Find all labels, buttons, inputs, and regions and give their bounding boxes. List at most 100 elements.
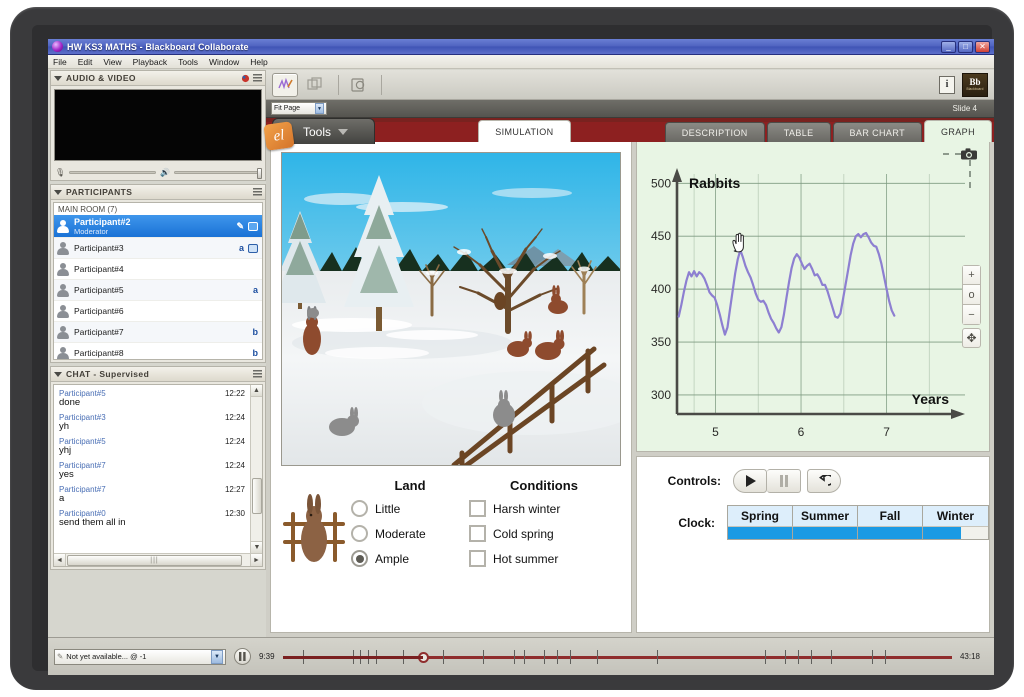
participants-menu-icon[interactable]: [253, 188, 262, 196]
whiteboard-pen-icon[interactable]: [272, 72, 298, 97]
timeline-marker[interactable]: [831, 649, 833, 664]
participant-row-6[interactable]: Participant#7 b: [54, 322, 262, 343]
participant-row-7[interactable]: Participant#8 b: [54, 343, 262, 359]
season-fall[interactable]: Fall: [858, 506, 923, 539]
playback-pause-button[interactable]: [234, 648, 251, 665]
timeline-marker[interactable]: [811, 649, 813, 664]
tab-table[interactable]: TABLE: [766, 122, 831, 142]
pause-button[interactable]: [767, 469, 801, 493]
timeline-marker[interactable]: [784, 649, 786, 664]
menu-item-edit[interactable]: Edit: [78, 57, 93, 67]
minimize-button[interactable]: _: [941, 40, 956, 53]
graph-pane: 300 350 400 450 500 567 Rabbits Years + …: [636, 142, 990, 452]
participant-row-5[interactable]: Participant#6: [54, 301, 262, 322]
land-option-moderate[interactable]: Moderate: [351, 525, 469, 542]
season-winter[interactable]: Winter: [923, 506, 988, 539]
season-summer[interactable]: Summer: [793, 506, 858, 539]
scroll-left-icon[interactable]: ◄: [54, 554, 66, 566]
timeline-marker[interactable]: [871, 649, 873, 664]
scroll-down-icon[interactable]: ▼: [251, 541, 262, 553]
close-button[interactable]: ✕: [975, 40, 990, 53]
tools-button[interactable]: el Tools: [263, 118, 375, 151]
scroll-right-icon[interactable]: ►: [250, 554, 262, 566]
chat-menu-icon[interactable]: [253, 370, 262, 378]
speaker-knob[interactable]: [257, 167, 262, 179]
participant-row-3[interactable]: Participant#4: [54, 259, 262, 280]
checkbox-hot-summer[interactable]: [469, 550, 486, 567]
reset-button[interactable]: [807, 469, 841, 493]
collapse-caret-icon[interactable]: [54, 75, 62, 81]
radio-moderate[interactable]: [351, 525, 368, 542]
maximize-button[interactable]: □: [958, 40, 973, 53]
menu-item-tools[interactable]: Tools: [178, 57, 198, 67]
playback-timeline[interactable]: [282, 648, 952, 666]
speaker-track[interactable]: [174, 167, 262, 179]
zoom-in-button[interactable]: +: [962, 265, 981, 285]
timeline-marker[interactable]: [557, 649, 559, 664]
checkbox-harsh-winter[interactable]: [469, 500, 486, 517]
svg-text:400: 400: [651, 282, 671, 296]
zoom-reset-button[interactable]: o: [962, 285, 981, 305]
timeline-marker[interactable]: [798, 649, 799, 664]
scroll-up-icon[interactable]: ▲: [251, 385, 262, 397]
simulation-scene[interactable]: [281, 152, 621, 466]
population-graph[interactable]: 300 350 400 450 500 5 6 7 Rabbits Years: [637, 142, 989, 450]
condition-option-harsh-winter[interactable]: Harsh winter: [469, 500, 619, 517]
pan-button[interactable]: ✥: [962, 328, 981, 348]
participants-list[interactable]: MAIN ROOM (7) Participant#2 Moderator ✎: [53, 202, 263, 360]
load-content-icon[interactable]: [345, 73, 371, 97]
tab-simulation[interactable]: SIMULATION: [478, 120, 571, 142]
radio-little[interactable]: [351, 500, 368, 517]
collapse-caret-icon[interactable]: [54, 371, 62, 377]
participants-header[interactable]: PARTICIPANTS: [51, 185, 265, 200]
land-option-ample[interactable]: Ample: [351, 550, 469, 567]
timeline-marker[interactable]: [483, 649, 485, 664]
playback-selector[interactable]: ✎ Not yet available... @ -1 ▼: [54, 648, 226, 665]
timeline-marker[interactable]: [597, 649, 599, 664]
menu-item-view[interactable]: View: [103, 57, 121, 67]
radio-ample[interactable]: [351, 550, 368, 567]
chat-header[interactable]: CHAT - Supervised: [51, 367, 265, 382]
chevron-down-icon[interactable]: ▼: [211, 649, 223, 664]
timeline-marker[interactable]: [570, 649, 572, 664]
audio-video-menu-icon[interactable]: [253, 74, 262, 82]
participant-row-1[interactable]: Participant#2 Moderator ✎: [54, 215, 262, 238]
season-spring[interactable]: Spring: [728, 506, 793, 539]
timeline-marker[interactable]: [885, 649, 887, 664]
participant-row-2[interactable]: Participant#3 a: [54, 238, 262, 259]
timeline-marker[interactable]: [523, 649, 525, 664]
menu-item-playback[interactable]: Playback: [133, 57, 168, 67]
microphone-level-slider[interactable]: 🎙 🔊: [51, 164, 265, 180]
condition-option-hot-summer[interactable]: Hot summer: [469, 550, 619, 567]
camera-icon[interactable]: [961, 148, 977, 160]
land-option-little[interactable]: Little: [351, 500, 469, 517]
mic-track[interactable]: [69, 170, 157, 174]
audio-video-header[interactable]: AUDIO & VIDEO: [51, 71, 265, 86]
checkbox-cold-spring[interactable]: [469, 525, 486, 542]
menu-item-help[interactable]: Help: [250, 57, 267, 67]
chat-horizontal-scrollbar[interactable]: ◄ ||| ►: [54, 553, 262, 566]
chat-vertical-scrollbar[interactable]: ▲ ▼: [250, 385, 262, 553]
timeline-marker[interactable]: [657, 649, 659, 664]
timeline-marker[interactable]: [443, 649, 445, 664]
info-icon[interactable]: i: [939, 75, 955, 94]
zoom-out-button[interactable]: −: [962, 305, 981, 325]
tab-graph[interactable]: GRAPH: [923, 120, 992, 142]
chevron-down-icon[interactable]: [338, 128, 349, 135]
scroll-thumb[interactable]: [252, 478, 262, 514]
participant-row-4[interactable]: Participant#5 a: [54, 280, 262, 301]
timeline-marker[interactable]: [543, 649, 545, 664]
timeline-marker[interactable]: [513, 649, 515, 664]
collapse-caret-icon[interactable]: [54, 189, 62, 195]
tab-description[interactable]: DESCRIPTION: [664, 122, 765, 142]
timeline-marker[interactable]: [764, 649, 766, 664]
chevron-down-icon[interactable]: ▼: [315, 103, 324, 114]
copy-slides-icon[interactable]: [302, 73, 328, 97]
condition-option-cold-spring[interactable]: Cold spring: [469, 525, 619, 542]
menu-item-window[interactable]: Window: [209, 57, 239, 67]
tab-bar-chart[interactable]: BAR CHART: [832, 122, 922, 142]
zoom-select[interactable]: Fit Page ▼: [271, 102, 327, 115]
menu-item-file[interactable]: File: [53, 57, 67, 67]
hscroll-thumb[interactable]: |||: [67, 554, 242, 566]
play-button[interactable]: [733, 469, 767, 493]
